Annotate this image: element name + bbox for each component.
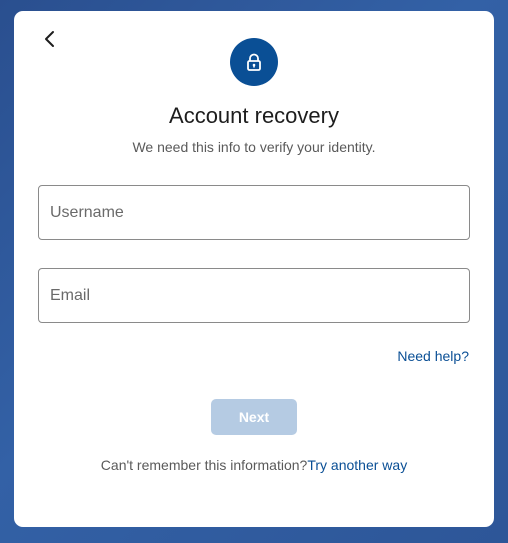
page-title: Account recovery (169, 103, 339, 128)
need-help-link[interactable]: Need help? (397, 348, 469, 364)
lock-icon (247, 53, 261, 71)
email-input[interactable] (38, 268, 470, 323)
recovery-card: Account recovery We need this info to ve… (14, 11, 494, 527)
try-another-way-link[interactable]: Try another way (307, 457, 407, 473)
cant-remember-text: Can't remember this information? (100, 457, 308, 473)
alternate-recovery-row: Can't remember this information?Try anot… (14, 457, 494, 473)
lock-badge (230, 38, 278, 86)
next-button[interactable]: Next (211, 399, 297, 435)
back-button[interactable] (38, 27, 62, 51)
chevron-left-icon (45, 31, 54, 47)
username-input[interactable] (38, 185, 470, 240)
page-subtitle: We need this info to verify your identit… (132, 139, 376, 155)
